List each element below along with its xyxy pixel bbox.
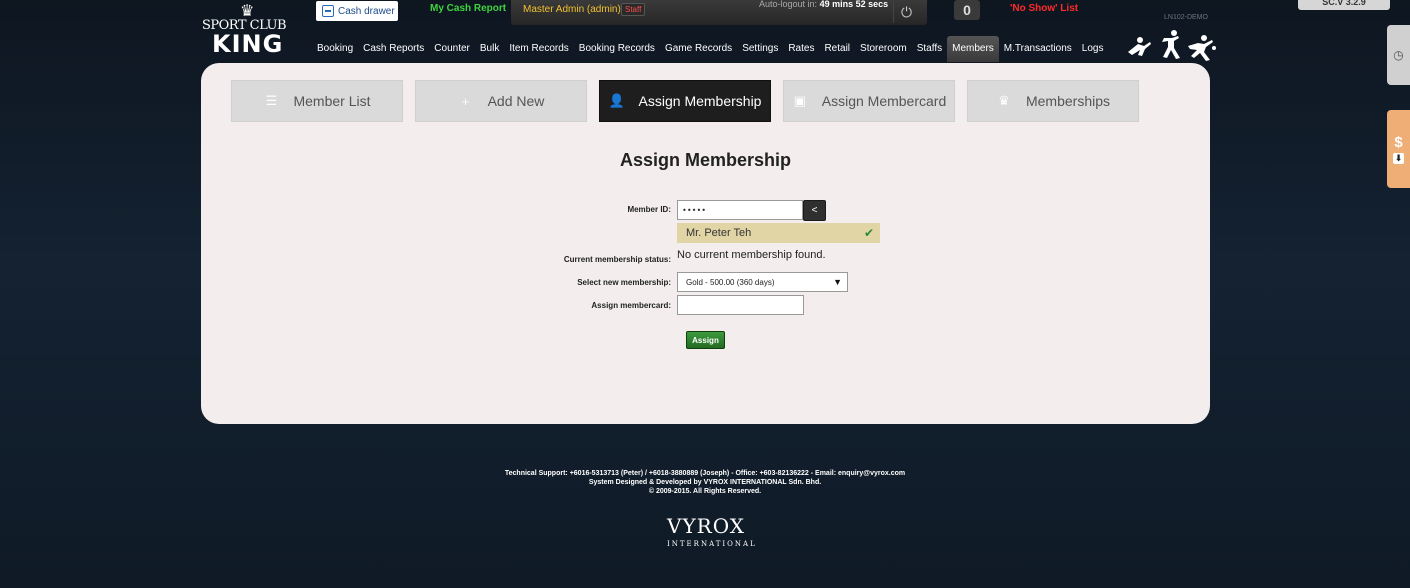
- member-id-value: •••••: [682, 205, 707, 215]
- tab-assign-membercard[interactable]: ▣ Assign Membercard: [783, 80, 955, 122]
- clock-icon: ◷: [1393, 48, 1404, 62]
- crown-icon: ♛: [998, 93, 1010, 108]
- membercard-label: Assign membercard:: [591, 301, 671, 310]
- site-code: LN102-DEMO: [1164, 14, 1208, 21]
- list-icon: ☰: [265, 93, 278, 108]
- sport-club-king-logo[interactable]: ♛ SPORT CLUB KING: [200, 4, 288, 59]
- membership-status-value: No current membership found.: [677, 249, 826, 261]
- nav-item-counter[interactable]: Counter: [429, 36, 475, 62]
- member-lookup-button[interactable]: <: [803, 200, 826, 221]
- power-logout-button[interactable]: ⏻: [893, 1, 919, 23]
- nav-item-booking[interactable]: Booking: [312, 36, 358, 62]
- assign-button[interactable]: Assign: [686, 331, 725, 349]
- nav-item-staffs[interactable]: Staffs: [912, 36, 947, 62]
- tab-add-new[interactable]: + Add New: [415, 80, 587, 122]
- membership-select-value: Gold - 500.00 (360 days): [686, 277, 775, 287]
- sport-figures-icon: [1128, 30, 1216, 61]
- dropdown-arrow-icon: ▼: [833, 277, 842, 287]
- member-id-input[interactable]: •••••: [677, 200, 803, 220]
- user-icon: 👤: [608, 93, 625, 108]
- nav-item-game-records[interactable]: Game Records: [660, 36, 737, 62]
- nav-item-storeroom[interactable]: Storeroom: [855, 36, 912, 62]
- footer-support: Technical Support: +6016-5313713 (Peter)…: [504, 470, 906, 477]
- side-panel-cash-tab[interactable]: $ ⬇: [1387, 110, 1410, 188]
- tab-label: Add New: [487, 93, 545, 109]
- member-id-label: Member ID:: [627, 205, 671, 214]
- plus-icon: +: [461, 93, 470, 109]
- nav-item-settings[interactable]: Settings: [737, 36, 783, 62]
- cash-drawer-button[interactable]: Cash drawer: [316, 1, 398, 21]
- nav-item-bulk[interactable]: Bulk: [475, 36, 504, 62]
- nav-item-retail[interactable]: Retail: [819, 36, 855, 62]
- nav-item-rates[interactable]: Rates: [783, 36, 819, 62]
- download-icon: ⬇: [1392, 153, 1405, 164]
- vyrox-logo[interactable]: VYROX INTERNATIONAL: [667, 514, 757, 553]
- main-panel: ☰ Member List + Add New 👤 Assign Membership ▣ A…: [201, 63, 1210, 424]
- nav-item-logs[interactable]: Logs: [1077, 36, 1109, 62]
- no-show-list-link[interactable]: 'No Show' List: [1010, 3, 1078, 14]
- cash-drawer-label: Cash drawer: [338, 5, 395, 17]
- staff-badge: Staff: [621, 3, 646, 16]
- dollar-icon: $: [1394, 134, 1403, 151]
- footer-developer: System Designed & Developed by VYROX INT…: [588, 479, 822, 486]
- cash-drawer-icon: [322, 5, 334, 17]
- logo-line2: KING: [212, 30, 284, 58]
- member-found-name: Mr. Peter Teh: [686, 227, 752, 239]
- tab-memberships[interactable]: ♛ Memberships: [967, 80, 1139, 122]
- new-membership-label: Select new membership:: [577, 278, 671, 287]
- tab-assign-membership[interactable]: 👤 Assign Membership: [599, 80, 771, 122]
- check-icon: ✔: [863, 226, 874, 240]
- membership-select[interactable]: Gold - 500.00 (360 days) ▼: [677, 272, 848, 292]
- nav-item-booking-records[interactable]: Booking Records: [574, 36, 660, 62]
- tab-label: Member List: [293, 93, 371, 109]
- auto-logout-label: Auto-logout in:: [759, 0, 818, 9]
- auto-logout-time: 49 mins 52 secs: [819, 0, 889, 9]
- tab-label: Assign Membercard: [821, 93, 947, 109]
- main-nav: Booking Cash Reports Counter Bulk Item Recor…: [312, 36, 1108, 62]
- member-found-result: Mr. Peter Teh ✔: [677, 223, 880, 243]
- nav-item-cash-reports[interactable]: Cash Reports: [358, 36, 429, 62]
- card-icon: ▣: [793, 93, 806, 108]
- page-title: Assign Membership: [619, 150, 792, 170]
- membercard-input[interactable]: [677, 295, 804, 315]
- admin-bar: Master Admin (admin) Staff Auto-logout i…: [511, 0, 927, 25]
- nav-item-m-transactions[interactable]: M.Transactions: [999, 36, 1077, 62]
- power-icon: ⏻: [900, 3, 913, 20]
- auto-logout-timer: Auto-logout in: 49 mins 52 secs: [759, 0, 888, 9]
- my-cash-report-link[interactable]: My Cash Report: [430, 3, 506, 14]
- vyrox-logo-sub: INTERNATIONAL: [667, 540, 757, 548]
- footer: Technical Support: +6016-5313713 (Peter)…: [0, 469, 1410, 496]
- version-badge: SC.V 3.2.9: [1298, 0, 1390, 10]
- nav-item-members[interactable]: Members: [947, 36, 999, 62]
- nav-item-item-records[interactable]: Item Records: [504, 36, 573, 62]
- membership-status-label: Current membership status:: [563, 255, 671, 264]
- member-tabs: ☰ Member List + Add New 👤 Assign Membership ▣ A…: [231, 80, 1139, 122]
- admin-name[interactable]: Master Admin (admin): [523, 4, 621, 15]
- tab-label: Assign Membership: [638, 93, 762, 109]
- side-panel-timer-tab[interactable]: ◷: [1387, 25, 1410, 85]
- vyrox-logo-text: VYROX: [667, 514, 745, 538]
- notification-counter[interactable]: 0: [954, 0, 980, 20]
- footer-copyright: © 2009-2015. All Rights Reserved.: [648, 488, 762, 495]
- tab-member-list[interactable]: ☰ Member List: [231, 80, 403, 122]
- tab-label: Memberships: [1025, 93, 1111, 109]
